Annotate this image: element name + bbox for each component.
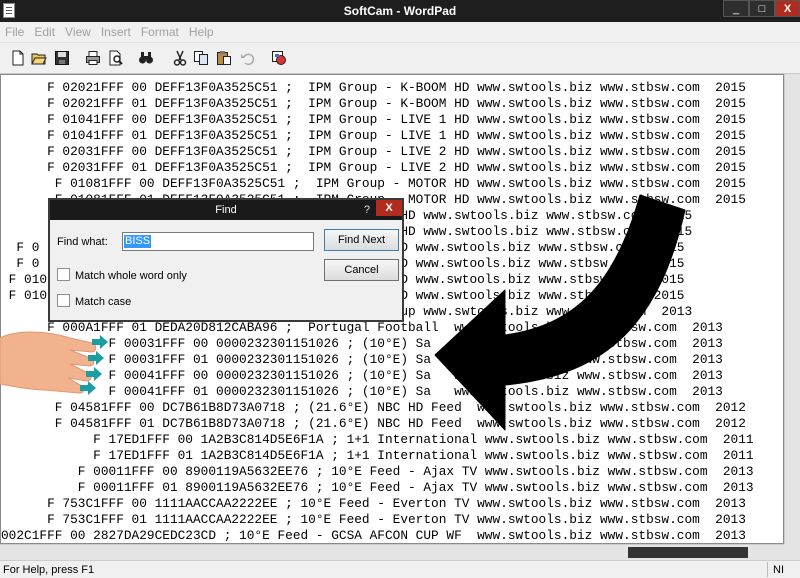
doc-line: F 02021FFF 00 DEFF13F0A3525C51 ; IPM Gro…: [1, 80, 746, 95]
menu-edit[interactable]: Edit: [29, 22, 60, 39]
menu-view[interactable]: View: [60, 22, 96, 39]
doc-line: F 01081FFF 00 DEFF13F0A3525C51 ; IPM Gro…: [1, 176, 746, 191]
doc-line: F 00011FFF 00 8900119A5632EE76 ; 10°E Fe…: [1, 464, 754, 479]
status-mode: NI: [767, 562, 800, 577]
doc-line: F 00011FFF 01 8900119A5632EE76 ; 10°E Fe…: [1, 480, 754, 495]
find-binoculars-icon[interactable]: [138, 50, 154, 66]
open-folder-icon[interactable]: [31, 50, 47, 66]
copy-icon[interactable]: [193, 50, 209, 66]
doc-line: F 00041FFF 00 0000232301151026 ; (10°E) …: [1, 368, 723, 383]
horizontal-scrollbar[interactable]: [0, 544, 784, 560]
doc-line: F 02031FFF 01 DEFF13F0A3525C51 ; IPM Gro…: [1, 160, 746, 175]
find-dialog-title: Find: [215, 204, 237, 216]
close-button[interactable]: X: [775, 0, 800, 17]
checkbox-box[interactable]: [57, 268, 70, 281]
undo-icon[interactable]: [240, 50, 256, 66]
find-what-selected-text: BISS: [124, 235, 152, 248]
horizontal-scroll-thumb[interactable]: [628, 547, 748, 558]
doc-line: F 02021FFF 01 DEFF13F0A3525C51 ; IPM Gro…: [1, 96, 746, 111]
menu-file[interactable]: File: [0, 22, 29, 39]
match-case-checkbox[interactable]: Match case: [57, 294, 131, 308]
doc-line: F 00031FFF 01 0000232301151026 ; (10°E) …: [1, 352, 723, 367]
title-bar: SoftCam - WordPad _ □ X: [0, 0, 800, 22]
new-document-icon[interactable]: [10, 50, 26, 66]
doc-line: F 01041FFF 01 DEFF13F0A3525C51 ; IPM Gro…: [1, 128, 746, 143]
match-whole-word-label: Match whole word only: [75, 270, 187, 282]
doc-line: F 00031FFF 00 0000232301151026 ; (10°E) …: [1, 336, 723, 351]
status-bar: For Help, press F1 NI: [0, 560, 800, 578]
doc-line: F 000A1FFF 01 DEDA20D812CABA96 ; Portuga…: [1, 320, 723, 335]
help-icon[interactable]: ?: [364, 200, 370, 220]
menu-help[interactable]: Help: [184, 22, 219, 39]
find-next-button[interactable]: Find Next: [324, 229, 399, 251]
status-help-text: For Help, press F1: [3, 564, 95, 576]
cut-scissors-icon[interactable]: [172, 50, 188, 66]
doc-line: F 753C1FFF 00 1111AACCAA2222EE ; 10°E Fe…: [1, 496, 746, 511]
match-case-label: Match case: [75, 296, 132, 308]
toolbar: [0, 42, 800, 74]
doc-line: F 17ED1FFF 00 1A2B3C814D5E6F1A ; 1+1 Int…: [1, 432, 754, 447]
window-title: SoftCam - WordPad: [343, 4, 457, 18]
find-what-label: Find what:: [57, 236, 108, 248]
doc-line: F 01041FFF 00 DEFF13F0A3525C51 ; IPM Gro…: [1, 112, 746, 127]
print-icon[interactable]: [85, 50, 101, 66]
doc-line: 002C1FFF 00 2827DA29CEDC23CD ; 10°E Feed…: [1, 528, 746, 543]
save-icon[interactable]: [54, 50, 70, 66]
vertical-scrollbar[interactable]: [784, 74, 800, 544]
maximize-button[interactable]: □: [749, 0, 775, 17]
doc-line: F 04581FFF 01 DC7B61B8D73A0718 ; (21.6°E…: [1, 416, 746, 431]
insert-object-icon[interactable]: [271, 50, 287, 66]
minimize-button[interactable]: _: [723, 0, 749, 17]
find-dialog-titlebar: Find ? X: [50, 200, 402, 220]
menu-format[interactable]: Format: [136, 22, 184, 39]
doc-line: F 04581FFF 00 DC7B61B8D73A0718 ; (21.6°E…: [1, 400, 746, 415]
doc-line: F 02031FFF 00 DEFF13F0A3525C51 ; IPM Gro…: [1, 144, 746, 159]
find-dialog: Find ? X Find what: BISS Find Next Cance…: [48, 198, 404, 322]
cancel-button[interactable]: Cancel: [324, 259, 399, 281]
menu-insert[interactable]: Insert: [96, 22, 136, 39]
doc-line: F 753C1FFF 01 1111AACCAA2222EE ; 10°E Fe…: [1, 512, 746, 527]
find-dialog-close-button[interactable]: X: [376, 200, 402, 216]
match-whole-word-checkbox[interactable]: Match whole word only: [57, 268, 187, 282]
doc-line: F 00041FFF 01 0000232301151026 ; (10°E) …: [1, 384, 723, 399]
checkbox-box[interactable]: [57, 294, 70, 307]
paste-icon[interactable]: [216, 50, 232, 66]
scrollbar-corner: [784, 544, 800, 560]
menu-bar: File Edit View Insert Format Help: [0, 22, 800, 42]
doc-line: F 17ED1FFF 01 1A2B3C814D5E6F1A ; 1+1 Int…: [1, 448, 754, 463]
print-preview-icon[interactable]: [108, 50, 124, 66]
